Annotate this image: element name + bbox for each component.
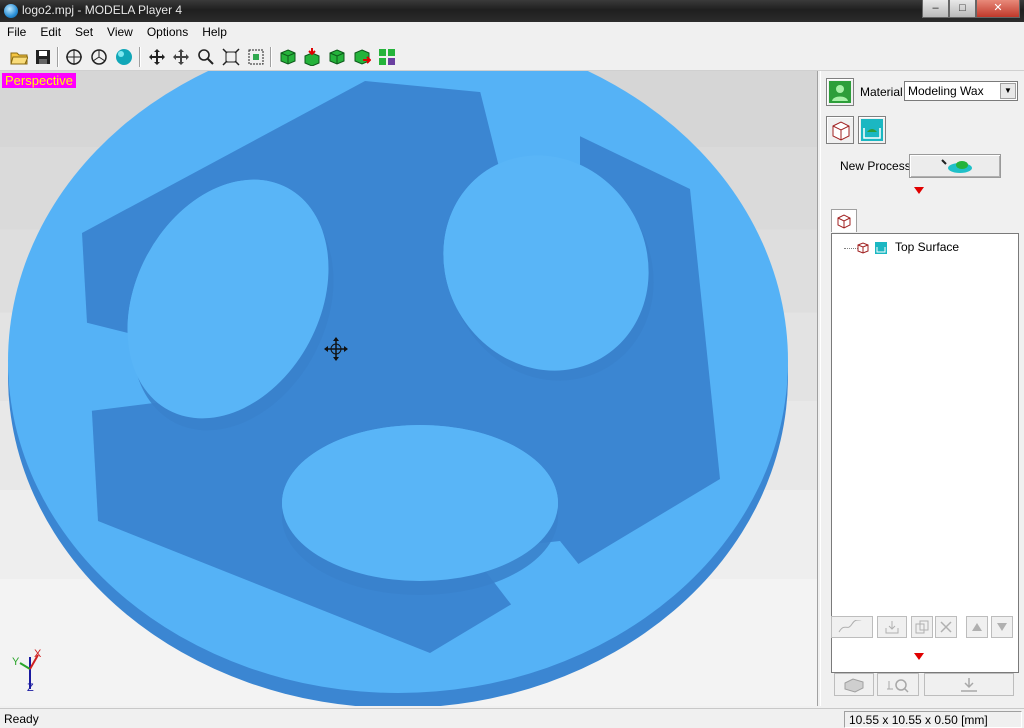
delete-button[interactable]	[935, 616, 957, 638]
preview-button[interactable]	[877, 673, 919, 696]
title-bar: logo2.mpj - MODELA Player 4 – □ ✕	[0, 0, 1024, 22]
status-text: Ready	[4, 712, 39, 726]
sphere-render-icon[interactable]	[112, 46, 135, 68]
grid-icon[interactable]	[375, 46, 398, 68]
triangle-down-icon	[997, 623, 1007, 631]
fit-icon[interactable]	[219, 46, 242, 68]
minimize-button[interactable]: –	[922, 0, 949, 18]
chevron-down-icon[interactable]: ▼	[1000, 83, 1016, 99]
delete-icon	[940, 621, 952, 633]
menu-options[interactable]: Options	[140, 22, 195, 42]
view-side-icon[interactable]	[87, 46, 110, 68]
menu-view[interactable]: View	[100, 22, 140, 42]
cube-right-icon[interactable]	[325, 46, 348, 68]
toolpath-icon	[838, 620, 862, 633]
save-icon[interactable]	[31, 46, 54, 68]
model-render: X Y Z	[8, 71, 788, 706]
new-process-button[interactable]	[909, 154, 1001, 178]
flow-arrow-icon	[914, 187, 924, 194]
cube-down-icon[interactable]	[300, 46, 323, 68]
triangle-up-icon	[972, 623, 982, 631]
menu-help[interactable]: Help	[195, 22, 234, 42]
import-icon	[885, 621, 899, 634]
material-block-button[interactable]	[834, 673, 874, 696]
axis-z-label: Z	[27, 682, 34, 694]
cube-model-icon[interactable]	[826, 116, 854, 144]
menu-file[interactable]: File	[0, 22, 33, 42]
axis-y-label: Y	[12, 656, 20, 668]
zoom-box-icon[interactable]	[244, 46, 267, 68]
maximize-button[interactable]: □	[949, 0, 976, 18]
open-icon[interactable]	[7, 46, 30, 68]
pan-icon[interactable]	[169, 46, 192, 68]
window-controls: – □ ✕	[922, 0, 1020, 18]
move-icon[interactable]	[145, 46, 168, 68]
surface-icon[interactable]	[858, 116, 886, 144]
view-front-icon[interactable]	[62, 46, 85, 68]
mill-icon	[941, 159, 972, 173]
cube-node-icon	[857, 242, 869, 254]
tree-item-top-surface[interactable]: Top Surface	[893, 240, 961, 254]
close-button[interactable]: ✕	[976, 0, 1020, 18]
cut-button[interactable]	[924, 673, 1014, 696]
app-icon	[4, 4, 18, 18]
menu-bar: File Edit Set View Options Help	[0, 22, 1024, 42]
toolpath-button[interactable]	[831, 616, 873, 638]
cube-red-icon[interactable]	[350, 46, 373, 68]
view-mode-label: Perspective	[2, 73, 76, 88]
axis-x-label: X	[34, 648, 42, 660]
flow-arrow-icon-2	[914, 653, 924, 660]
tab-model[interactable]	[831, 209, 857, 232]
side-panel: Material Modeling Wax ▼ New Process Top …	[820, 71, 1024, 706]
cut-icon	[961, 677, 977, 692]
menu-set[interactable]: Set	[68, 22, 100, 42]
import-button[interactable]	[877, 616, 907, 638]
toolbar	[0, 43, 1024, 71]
block-icon	[844, 677, 864, 693]
surface-node-icon	[875, 242, 887, 254]
copy-icon	[915, 620, 929, 634]
window-title: logo2.mpj - MODELA Player 4	[22, 3, 183, 17]
material-select[interactable]: Modeling Wax ▼	[904, 81, 1018, 101]
status-bar: Ready 10.55 x 10.55 x 0.50 [mm]	[0, 708, 1024, 728]
preview-icon	[887, 678, 909, 693]
perspective-viewport[interactable]: X Y Z Perspective	[0, 71, 818, 706]
model-dimensions: 10.55 x 10.55 x 0.50 [mm]	[844, 711, 1022, 728]
copy-button[interactable]	[911, 616, 933, 638]
new-process-label: New Process	[840, 159, 911, 173]
user-icon[interactable]	[826, 78, 854, 106]
zoom-icon[interactable]	[194, 46, 217, 68]
material-label: Material	[860, 85, 903, 99]
move-up-button[interactable]	[966, 616, 988, 638]
menu-edit[interactable]: Edit	[33, 22, 68, 42]
material-value: Modeling Wax	[908, 84, 984, 98]
move-down-button[interactable]	[991, 616, 1013, 638]
cube-green-icon[interactable]	[276, 46, 299, 68]
process-tree: Top Surface	[831, 233, 1019, 673]
